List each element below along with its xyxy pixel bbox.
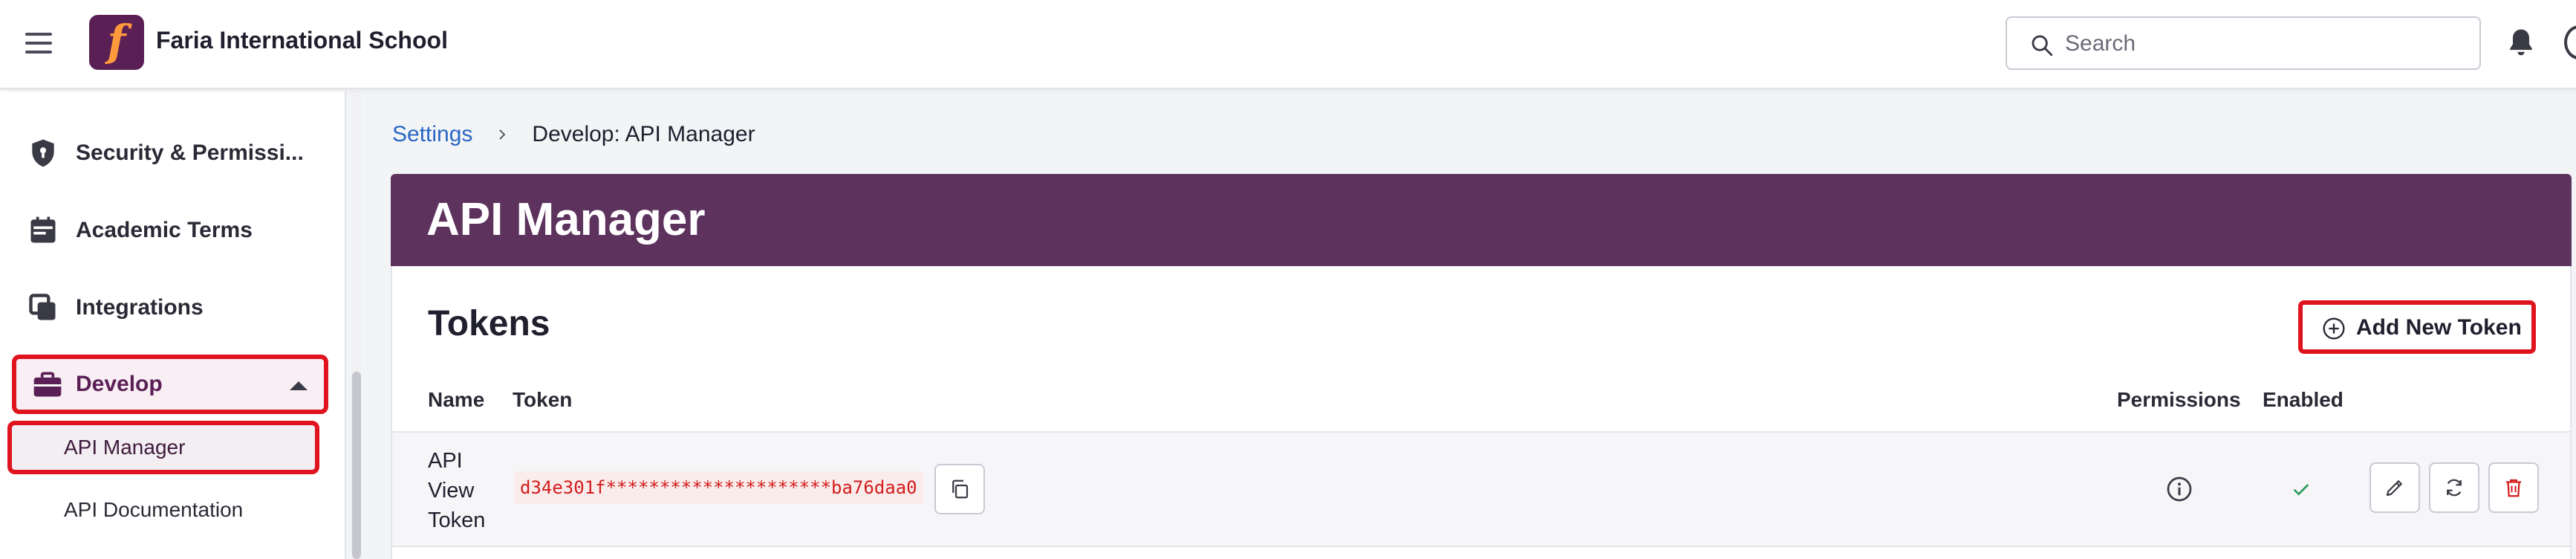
refresh-icon [2447,479,2462,497]
page-header-banner: API Manager [391,174,2572,266]
sidebar-item-academic-terms[interactable]: Academic Terms [0,201,327,260]
school-name[interactable]: Faria International School [156,27,448,54]
table-row: API View Token d34e301f*****************… [392,433,2570,547]
column-header-enabled: Enabled [2263,388,2344,411]
sidebar-item-label: Security & Permissi... [76,140,304,165]
regenerate-token-button[interactable] [2429,462,2479,513]
copy-icon [952,479,969,499]
school-logo[interactable]: f [89,15,144,70]
search-box[interactable] [2006,16,2481,70]
page-title: API Manager [426,194,706,245]
plus-circle-icon [2323,317,2345,340]
pencil-icon [2386,480,2402,497]
column-header-permissions: Permissions [2117,388,2241,411]
sidebar-subitem-label: API Documentation [64,498,244,521]
sidebar: Security & Permissi... Academic Terms In… [0,91,346,559]
hamburger-menu-icon[interactable] [25,31,55,55]
breadcrumb-current: Develop: API Manager [532,122,755,146]
sidebar-item-label: Develop [76,372,163,396]
trash-icon [2506,479,2521,497]
briefcase-icon [33,372,62,397]
chevron-right-icon [499,129,506,140]
sidebar-subitem-api-manager[interactable]: API Manager [7,421,319,474]
token-name: API View Token [428,449,486,532]
search-input[interactable] [2065,28,2466,59]
shield-icon [32,139,54,167]
user-avatar[interactable] [2564,25,2576,59]
search-icon [2032,35,2053,56]
section-title: Tokens [428,304,550,343]
edit-token-button[interactable] [2370,462,2420,513]
sidebar-scrollbar[interactable] [352,372,361,559]
sidebar-item-develop[interactable]: Develop [12,355,328,414]
sidebar-item-label: Academic Terms [76,218,253,242]
sidebar-subitem-label: API Manager [64,436,186,459]
sidebar-item-label: Integrations [76,295,204,320]
logo-letter: f [107,16,126,66]
calendar-icon [30,216,56,243]
copy-token-button[interactable] [934,464,985,514]
integrations-icon [29,294,56,320]
breadcrumb: Settings Develop: API Manager [392,122,755,147]
column-header-name: Name [428,388,485,411]
permissions-info-icon[interactable] [2166,476,2193,503]
token-value: d34e301f*********************ba76daa0 [514,471,923,504]
top-bar: f Faria International School [0,0,2576,89]
notification-bell-icon[interactable] [2505,25,2537,59]
delete-token-button[interactable] [2488,462,2539,513]
tokens-card: Tokens Add New Token Name Token Permissi… [391,266,2572,559]
breadcrumb-settings-link[interactable]: Settings [392,122,472,147]
add-new-token-label: Add New Token [2356,315,2522,340]
sidebar-item-integrations[interactable]: Integrations [0,278,327,337]
enabled-check-icon [2293,484,2309,496]
column-header-token: Token [513,388,573,411]
sidebar-item-security[interactable]: Security & Permissi... [0,123,327,183]
add-new-token-button[interactable]: Add New Token [2298,300,2536,354]
sidebar-subitem-api-documentation[interactable]: API Documentation [7,483,319,537]
chevron-up-icon [290,381,308,390]
